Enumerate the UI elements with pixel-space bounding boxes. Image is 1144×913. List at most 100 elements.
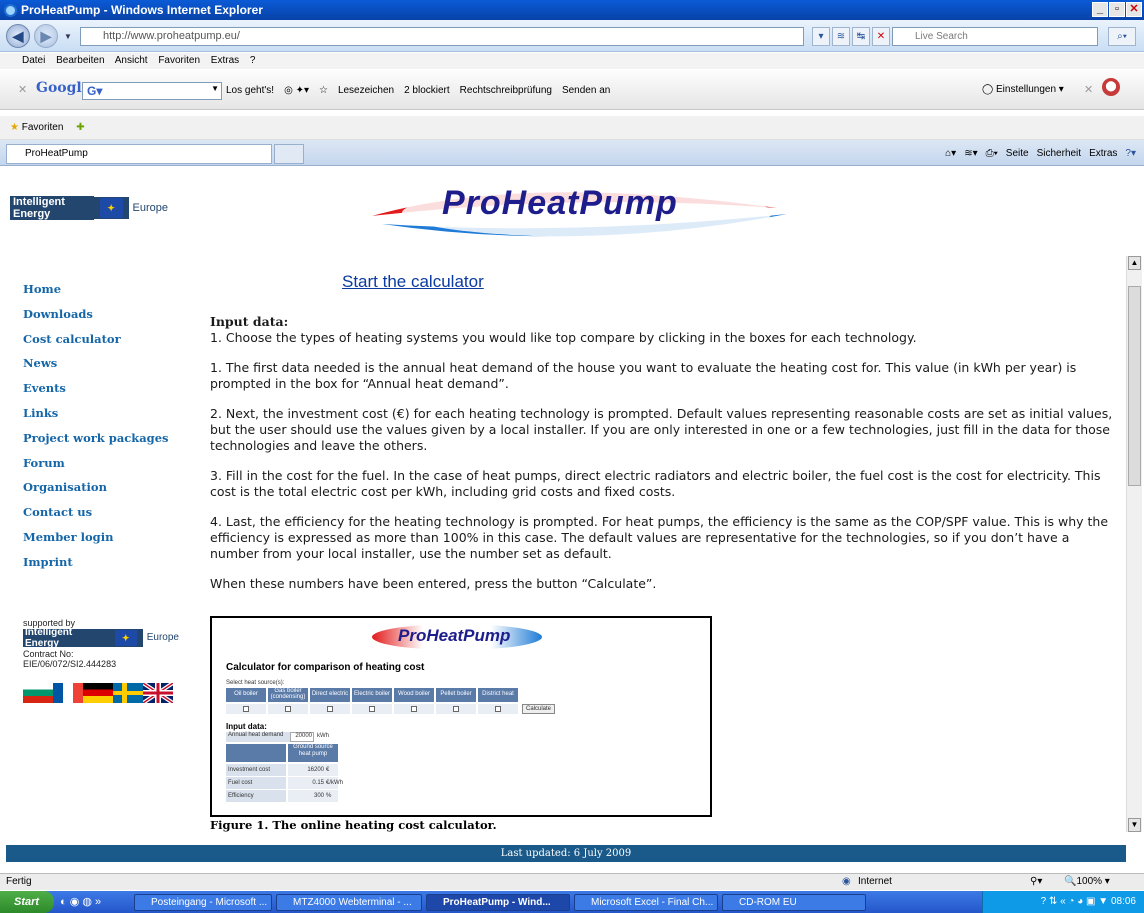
search-icon[interactable]: ⌕▾	[1108, 27, 1136, 46]
close-toolbar-icon[interactable]: ✕	[18, 83, 27, 96]
zoom-text: 100%	[1076, 876, 1103, 887]
print-icon[interactable]: ⎙▾	[986, 146, 998, 162]
sidebar-item-contact-us[interactable]: Contact us	[23, 505, 193, 530]
sidebar-item-links[interactable]: Links	[23, 406, 193, 431]
refresh-button[interactable]: ↹	[852, 27, 870, 46]
sidebar-item-organisation[interactable]: Organisation	[23, 480, 193, 505]
scroll-down-icon[interactable]: ▼	[1128, 818, 1141, 832]
scroll-thumb[interactable]	[1128, 286, 1141, 486]
rss-icon[interactable]: ≋	[832, 27, 850, 46]
menu-bearbeiten[interactable]: Bearbeiten	[56, 55, 104, 66]
menu-bar: Datei Bearbeiten Ansicht Favoriten Extra…	[0, 53, 1144, 69]
figure-columns: Oil boiler Gas boiler (condensing) Direc…	[226, 688, 518, 702]
address-dropdown-icon[interactable]: ▾	[812, 27, 830, 46]
menu-help[interactable]: ?	[250, 55, 256, 66]
google-search-input[interactable]: G▾ ▼	[82, 82, 222, 100]
menu-favoriten[interactable]: Favoriten	[158, 55, 200, 66]
ie-name-small: Intelligent Energy	[25, 627, 73, 649]
task-outlook[interactable]: Posteingang - Microsoft ...	[134, 894, 272, 911]
ie-europe-small: Europe	[142, 629, 183, 647]
address-bar[interactable]: http://www.proheatpump.eu/	[80, 27, 804, 46]
bookmarks-button[interactable]: Lesezeichen	[338, 81, 394, 101]
intelligent-energy-logo[interactable]: Intelligent Energy ✦ Europe	[10, 196, 172, 220]
favorites-star-icon[interactable]: ★	[10, 122, 19, 133]
figure-tech-col: Ground source heat pump	[288, 744, 338, 762]
sidebar-nav: Home Downloads Cost calculator News Even…	[23, 282, 193, 580]
sidebar-item-events[interactable]: Events	[23, 381, 193, 406]
menu-extras[interactable]: Extras	[211, 55, 239, 66]
task-mtz4000[interactable]: MTZ4000 Webterminal - ...	[276, 894, 422, 911]
sidebar-item-member-login[interactable]: Member login	[23, 530, 193, 555]
start-calculator-link[interactable]: Start the calculator	[342, 272, 484, 292]
sidebar-item-forum[interactable]: Forum	[23, 456, 193, 481]
figure-row-unit: €	[326, 767, 330, 773]
figure-input-label: Input data:	[226, 722, 267, 731]
tray-icons[interactable]: ? ⇅ « ◔ ◕ ▣ ▼	[1041, 896, 1111, 907]
sidebar-item-imprint[interactable]: Imprint	[23, 555, 193, 580]
forward-button[interactable]: ▶	[34, 24, 58, 48]
sidebar-item-downloads[interactable]: Downloads	[23, 307, 193, 332]
go-button[interactable]: Los geht's!	[226, 81, 274, 101]
quick-launch-icons[interactable]: ◐ ◉ ◍ »	[60, 895, 101, 908]
start-button[interactable]: Start	[0, 891, 54, 913]
page-menu[interactable]: Seite	[1006, 146, 1029, 162]
german-flag-icon[interactable]	[83, 683, 113, 703]
paragraph-4: 3. Fill in the cost for the fuel. In the…	[210, 468, 1101, 499]
french-flag-icon[interactable]	[53, 683, 83, 703]
sidebar-item-home[interactable]: Home	[23, 282, 193, 307]
intelligent-energy-logo-small[interactable]: Intelligent Energy ✦ Europe	[23, 627, 183, 649]
popup-blocked[interactable]: 2 blockiert	[404, 81, 450, 101]
page-scrollbar[interactable]: ▲ ▼	[1126, 256, 1142, 832]
figure-caption: Figure 1. The online heating cost calcul…	[210, 818, 497, 832]
sidebar-item-cost-calculator[interactable]: Cost calculator	[23, 332, 193, 357]
paragraph-2: 1. The first data needed is the annual h…	[210, 360, 1077, 391]
banner-title: ProHeatPump	[442, 184, 678, 222]
menu-ansicht[interactable]: Ansicht	[115, 55, 148, 66]
task-excel[interactable]: Microsoft Excel - Final Ch...	[574, 894, 718, 911]
help-icon[interactable]: ?▾	[1125, 146, 1136, 162]
task-proheatpump[interactable]: ProHeatPump - Wind...	[426, 894, 570, 911]
swedish-flag-icon[interactable]	[113, 683, 143, 703]
menu-datei[interactable]: Datei	[22, 55, 45, 66]
close-window-button[interactable]: ✕	[1126, 2, 1142, 17]
feeds-icon[interactable]: ≋▾	[964, 146, 977, 162]
figure-checkbox	[394, 704, 434, 714]
task-cdrom[interactable]: CD-ROM EU	[722, 894, 866, 911]
favorites-button[interactable]: Favoriten	[22, 122, 64, 133]
send-button[interactable]: Senden an	[562, 81, 610, 101]
scroll-up-icon[interactable]: ▲	[1128, 256, 1141, 270]
google-icons[interactable]: ◎ ✦▾	[284, 81, 309, 101]
figure-col: Gas boiler (condensing)	[268, 688, 308, 702]
protected-mode-icon[interactable]: ⚲▾	[1030, 874, 1042, 890]
paragraph-6: When these numbers have been entered, pr…	[210, 576, 657, 591]
spellcheck-button[interactable]: Rechtschreibprüfung	[460, 81, 552, 101]
back-button[interactable]: ◀	[6, 24, 30, 48]
figure-col: Wood boiler	[394, 688, 434, 702]
stop-icon[interactable]: ✕	[872, 27, 890, 46]
maximize-button[interactable]: ▫	[1109, 2, 1125, 17]
bulgarian-flag-icon[interactable]	[23, 683, 53, 703]
bookmark-icon[interactable]: ☆	[319, 81, 328, 101]
add-favorite-icon[interactable]: ✚	[76, 122, 84, 133]
security-menu[interactable]: Sicherheit	[1037, 146, 1081, 162]
settings-button[interactable]: ◯ Einstellungen ▾	[982, 84, 1064, 95]
internet-zone-icon: ◉	[842, 876, 851, 887]
sidebar-item-news[interactable]: News	[23, 356, 193, 381]
figure-checkbox	[436, 704, 476, 714]
tools-menu[interactable]: Extras	[1089, 146, 1117, 162]
dropdown-icon[interactable]: ▼	[211, 84, 219, 93]
uk-flag-icon[interactable]	[143, 683, 173, 703]
figure-row-label: Efficiency	[226, 790, 286, 802]
start-label: Start	[14, 896, 40, 908]
minimize-button[interactable]: _	[1092, 2, 1108, 17]
sidebar-item-project-work-packages[interactable]: Project work packages	[23, 431, 193, 456]
close-icon[interactable]: ✕	[1084, 83, 1093, 96]
search-input[interactable]: Live Search	[892, 27, 1098, 46]
history-dropdown-icon[interactable]: ▼	[64, 32, 72, 41]
home-icon[interactable]: ⌂▾	[945, 146, 956, 162]
addon-icon[interactable]: ⬤	[1102, 78, 1120, 96]
tab-proheatpump[interactable]: ProHeatPump	[6, 144, 272, 164]
new-tab-button[interactable]	[274, 144, 304, 164]
zoom-level[interactable]: 🔍100% ▾	[1064, 874, 1110, 890]
figure-col: District heat	[478, 688, 518, 702]
